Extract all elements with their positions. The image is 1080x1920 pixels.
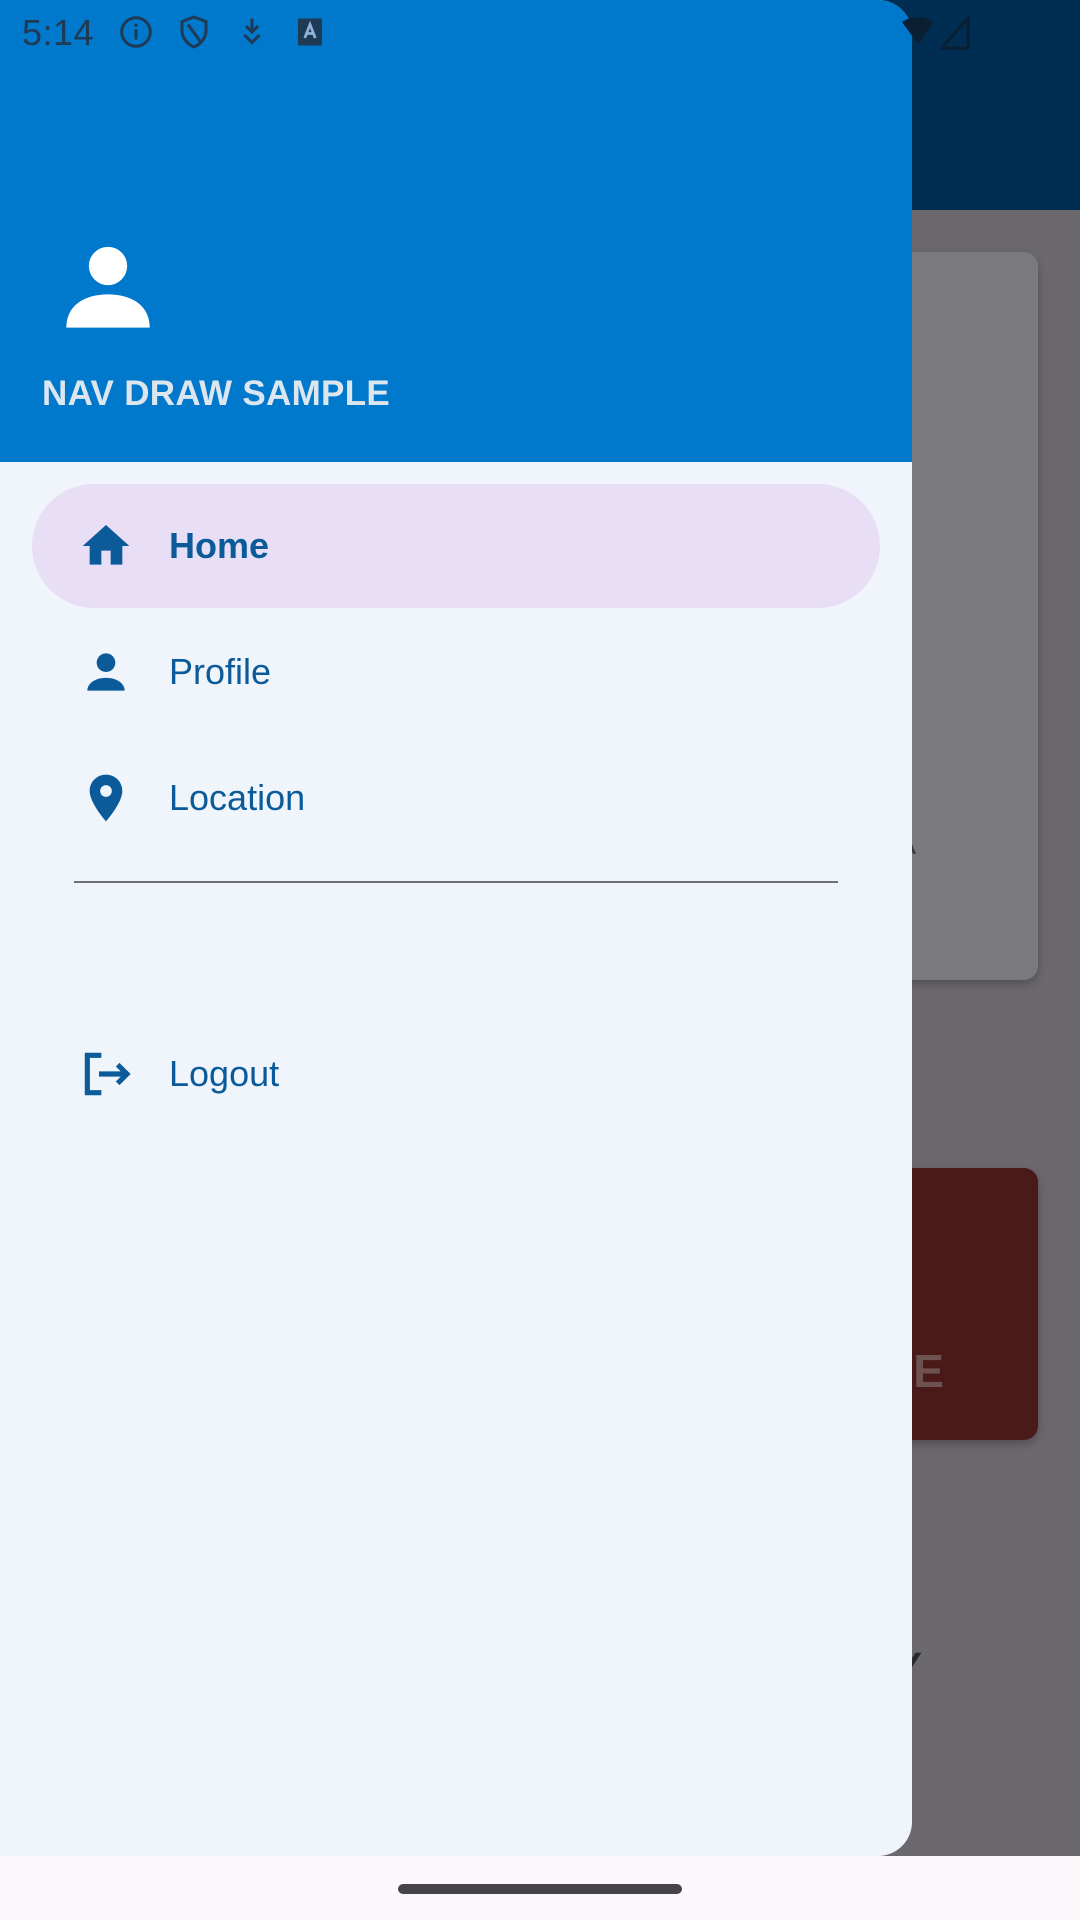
- person-icon: [78, 644, 134, 700]
- location-pin-icon: [78, 770, 134, 826]
- nav-item-location[interactable]: Location: [32, 736, 880, 860]
- drawer-divider: [74, 881, 838, 883]
- info-icon: [120, 16, 152, 48]
- nav-item-label: Home: [169, 525, 270, 566]
- shield-icon: [180, 15, 208, 49]
- nav-item-label: Profile: [169, 651, 272, 692]
- gesture-navigation-bar[interactable]: [398, 1884, 682, 1894]
- download-icon: [243, 18, 261, 45]
- nav-item-profile[interactable]: Profile: [32, 610, 880, 734]
- home-icon: [78, 518, 134, 574]
- accessibility-text-icon: [298, 18, 322, 46]
- drawer-header: NAV DRAW SAMPLE: [0, 0, 912, 462]
- nav-item-label: Location: [169, 777, 306, 818]
- status-bar: 5:14: [0, 0, 1080, 64]
- user-avatar-icon: [66, 246, 150, 328]
- logout-icon: [78, 1046, 134, 1102]
- nav-item-home[interactable]: Home: [32, 484, 880, 608]
- nav-item-label: Logout: [169, 1053, 280, 1094]
- status-time: 5:14: [22, 12, 95, 53]
- navigation-drawer: NAV DRAW SAMPLE Home Profile Location Lo…: [0, 0, 912, 1856]
- drawer-header-title: NAV DRAW SAMPLE: [42, 374, 391, 413]
- nav-item-logout[interactable]: Logout: [32, 1012, 880, 1136]
- wifi-signal-icon: [902, 14, 970, 50]
